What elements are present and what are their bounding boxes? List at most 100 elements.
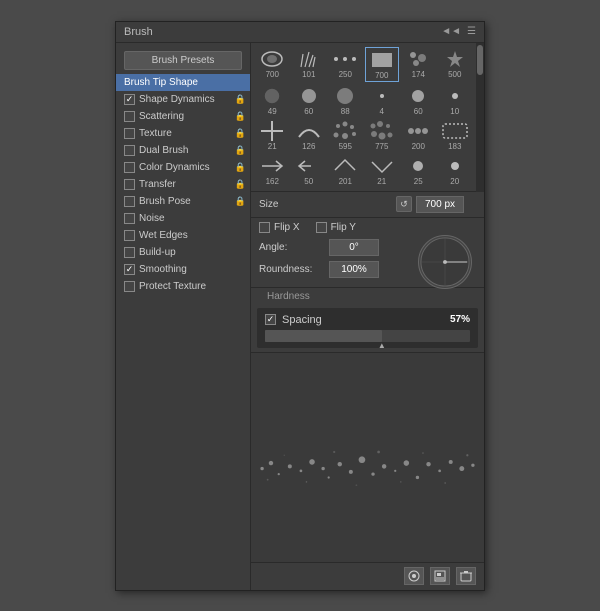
brush-num: 49 [268, 107, 277, 116]
sidebar-item-scattering[interactable]: Scattering 🔒 [116, 108, 250, 125]
brush-cell[interactable]: 25 [401, 154, 436, 187]
brush-cell[interactable]: 4 [365, 84, 400, 117]
angle-input[interactable] [329, 239, 379, 256]
brush-num: 50 [304, 177, 313, 186]
shape-dynamics-checkbox[interactable]: ✓ [124, 94, 135, 105]
brush-thumb [403, 85, 433, 107]
sidebar-item-dual-brush[interactable]: Dual Brush 🔒 [116, 142, 250, 159]
brush-num: 700 [266, 70, 279, 79]
smoothing-checkbox[interactable]: ✓ [124, 264, 135, 275]
brush-cell[interactable]: 50 [292, 154, 327, 187]
brush-cell[interactable]: 10 [438, 84, 473, 117]
size-label: Size [259, 199, 392, 210]
brush-num: 60 [304, 107, 313, 116]
brush-num: 60 [414, 107, 423, 116]
scroll-thumb [477, 45, 483, 75]
brush-num: 201 [339, 177, 352, 186]
panel-body: Brush Presets Brush Tip Shape ✓ Shape Dy… [116, 43, 484, 590]
spacing-header: ✓ Spacing 57% [265, 314, 470, 326]
sidebar-item-brush-tip-shape[interactable]: Brush Tip Shape [116, 74, 250, 91]
brush-cell[interactable]: 200 [401, 119, 436, 152]
collapse-icon[interactable]: ◄◄ [441, 26, 461, 37]
brush-num: 10 [450, 107, 459, 116]
brush-cell[interactable]: 88 [328, 84, 363, 117]
sidebar-item-shape-dynamics[interactable]: ✓ Shape Dynamics 🔒 [116, 91, 250, 108]
brush-cell[interactable]: 60 [292, 84, 327, 117]
flip-y-label[interactable]: Flip Y [316, 222, 356, 233]
brush-cell[interactable]: 21 [365, 154, 400, 187]
spacing-label: Spacing [282, 314, 322, 326]
flip-x-label[interactable]: Flip X [259, 222, 300, 233]
lock-icon: 🔒 [235, 94, 246, 105]
sidebar-item-texture[interactable]: Texture 🔒 [116, 125, 250, 142]
brush-cell-selected[interactable]: 700 [365, 47, 400, 82]
brush-cell[interactable]: 126 [292, 119, 327, 152]
brush-cell[interactable]: 595 [328, 119, 363, 152]
brush-cell[interactable]: 700 [255, 47, 290, 82]
brush-thumb [294, 120, 324, 142]
sidebar-item-smoothing[interactable]: ✓ Smoothing [116, 261, 250, 278]
new-preset-button[interactable] [404, 567, 424, 585]
brush-cell[interactable]: 500 [438, 47, 473, 82]
brush-thumb [330, 155, 360, 177]
size-scrollbar [468, 196, 476, 213]
dual-brush-checkbox[interactable] [124, 145, 135, 156]
spacing-left: ✓ Spacing [265, 314, 322, 326]
protect-texture-checkbox[interactable] [124, 281, 135, 292]
brush-pose-checkbox[interactable] [124, 196, 135, 207]
color-dynamics-checkbox[interactable] [124, 162, 135, 173]
lock-icon: 🔒 [235, 179, 246, 190]
brush-cell[interactable]: 60 [401, 84, 436, 117]
menu-icon[interactable]: ☰ [467, 26, 476, 37]
lock-icon: 🔒 [235, 145, 246, 156]
brush-grid-wrapper: 700 101 250 [251, 43, 484, 192]
sidebar-item-transfer[interactable]: Transfer 🔒 [116, 176, 250, 193]
brush-cell[interactable]: 775 [365, 119, 400, 152]
flip-x-checkbox[interactable] [259, 222, 270, 233]
brush-cell[interactable]: 49 [255, 84, 290, 117]
flip-y-checkbox[interactable] [316, 222, 327, 233]
angle-dial[interactable] [418, 235, 472, 289]
brush-presets-button[interactable]: Brush Presets [124, 51, 242, 70]
spacing-checkbox[interactable]: ✓ [265, 314, 276, 325]
brush-thumb [330, 120, 360, 142]
brush-cell[interactable]: 101 [292, 47, 327, 82]
brush-cell[interactable]: 201 [328, 154, 363, 187]
delete-button[interactable] [456, 567, 476, 585]
build-up-checkbox[interactable] [124, 247, 135, 258]
sidebar-item-protect-texture[interactable]: Protect Texture [116, 278, 250, 295]
transfer-checkbox[interactable] [124, 179, 135, 190]
size-value[interactable]: 700 px [416, 196, 464, 213]
brush-num: 595 [339, 142, 352, 151]
sidebar-item-noise[interactable]: Noise [116, 210, 250, 227]
brush-cell[interactable]: 162 [255, 154, 290, 187]
roundness-input[interactable] [329, 261, 379, 278]
lock-icon: 🔒 [235, 196, 246, 207]
hardness-label-row: Hardness [251, 288, 484, 304]
brush-thumb [257, 85, 287, 107]
sidebar-item-build-up[interactable]: Build-up [116, 244, 250, 261]
brush-num: 250 [339, 70, 352, 79]
menu-item-label: Protect Texture [139, 281, 206, 292]
brush-cell[interactable]: 21 [255, 119, 290, 152]
sidebar-item-brush-pose[interactable]: Brush Pose 🔒 [116, 193, 250, 210]
sidebar-item-color-dynamics[interactable]: Color Dynamics 🔒 [116, 159, 250, 176]
panel-title: Brush [124, 26, 153, 38]
brush-thumb [330, 85, 360, 107]
wet-edges-checkbox[interactable] [124, 230, 135, 241]
lock-icon: 🔒 [235, 128, 246, 139]
brush-thumb [367, 49, 397, 71]
brush-cell[interactable]: 174 [401, 47, 436, 82]
noise-checkbox[interactable] [124, 213, 135, 224]
spacing-bar[interactable]: ▲ [265, 330, 470, 342]
sidebar-item-wet-edges[interactable]: Wet Edges [116, 227, 250, 244]
save-button[interactable] [430, 567, 450, 585]
reset-size-button[interactable]: ↺ [396, 196, 412, 212]
scattering-checkbox[interactable] [124, 111, 135, 122]
brush-cell[interactable]: 183 [438, 119, 473, 152]
brush-grid-scrollbar[interactable] [476, 43, 484, 192]
brush-cell[interactable]: 20 [438, 154, 473, 187]
roundness-label: Roundness: [259, 264, 329, 275]
texture-checkbox[interactable] [124, 128, 135, 139]
brush-cell[interactable]: 250 [328, 47, 363, 82]
